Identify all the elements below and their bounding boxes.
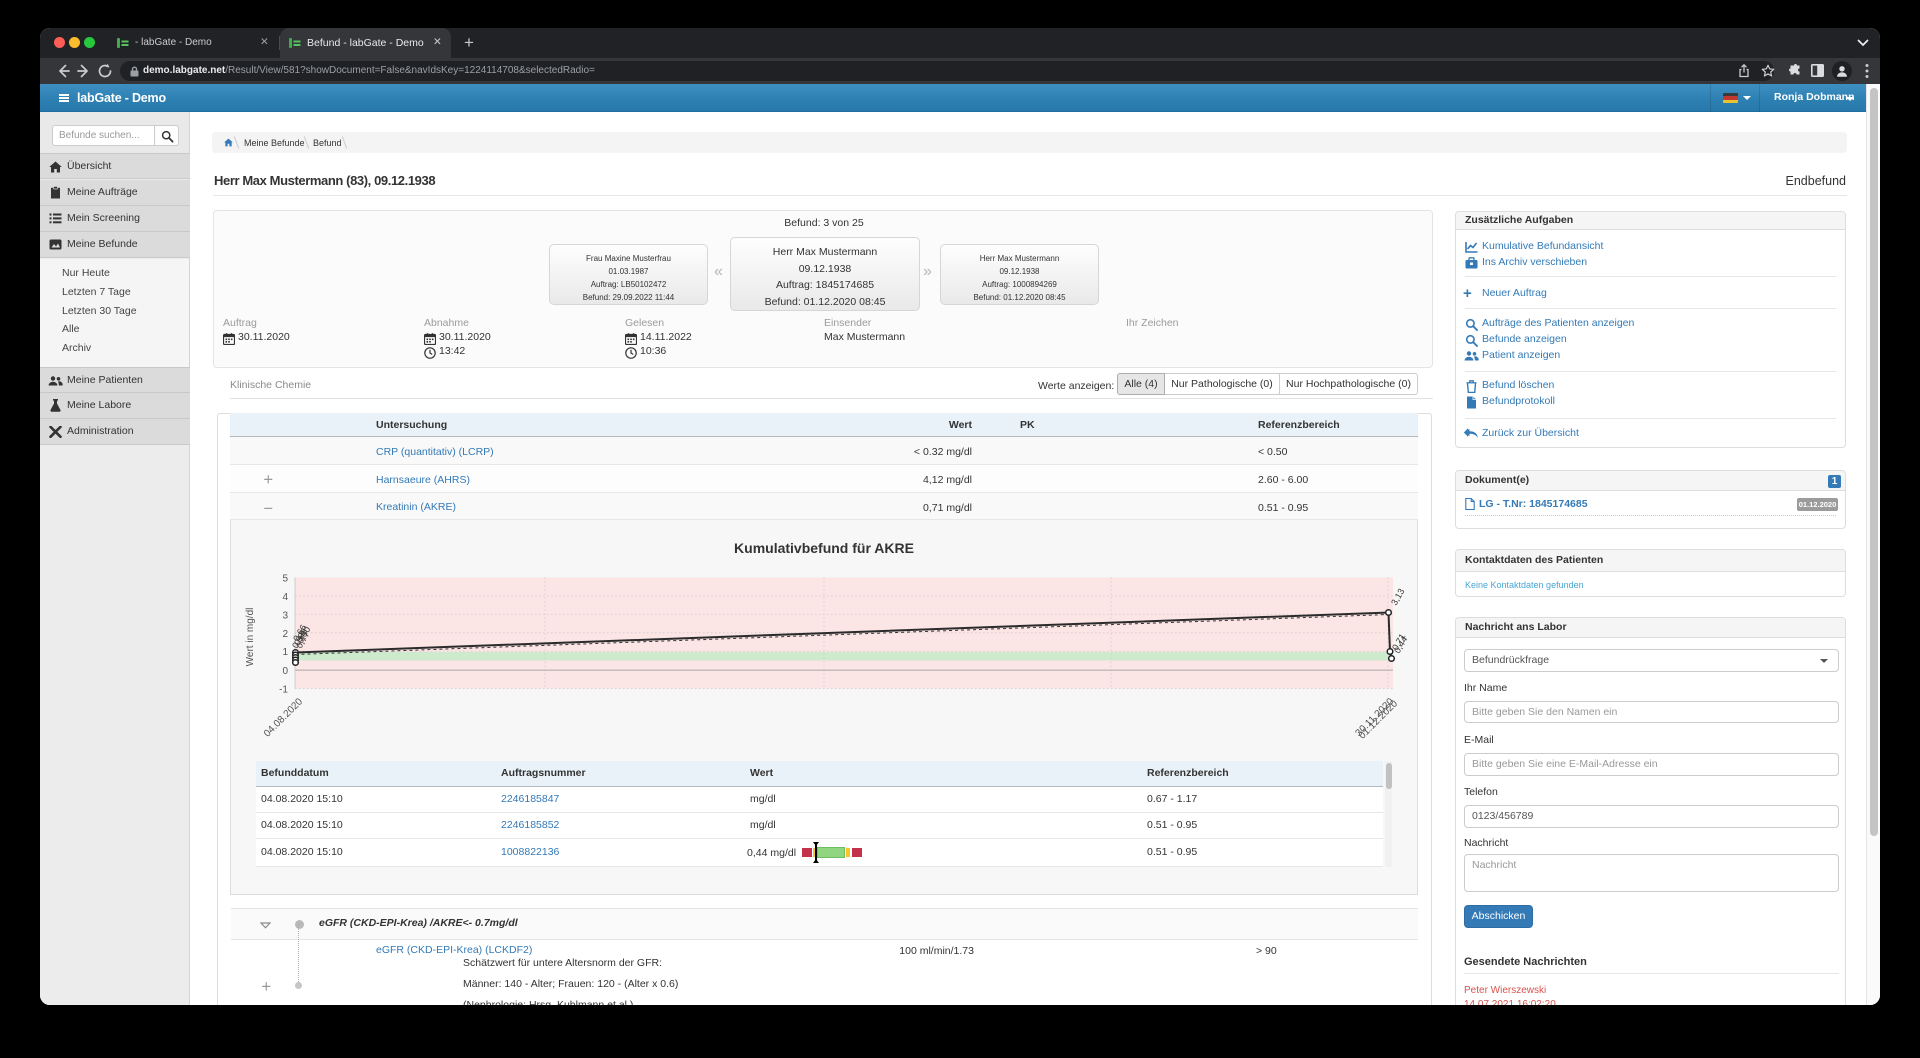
svg-text:4: 4 [282, 592, 288, 603]
svg-text:3: 3 [282, 610, 288, 621]
svg-text:2: 2 [282, 629, 288, 640]
svg-text:-1: -1 [279, 685, 288, 696]
svg-text:04.08.2020: 04.08.2020 [262, 696, 305, 739]
svg-text:1: 1 [282, 647, 288, 658]
svg-text:5: 5 [282, 574, 288, 585]
svg-text:0: 0 [282, 666, 288, 677]
svg-text:Wert in mg/dl: Wert in mg/dl [245, 608, 256, 667]
svg-text:01.12.2020: 01.12.2020 [1357, 698, 1400, 741]
